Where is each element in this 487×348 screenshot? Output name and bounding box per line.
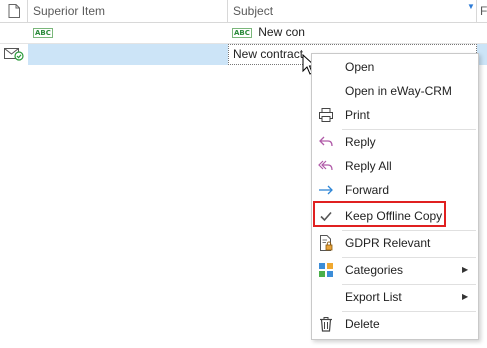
grid-header: Superior Item Subject ▼ F [0, 0, 487, 23]
submenu-arrow-icon: ▶ [462, 292, 469, 301]
menu-item-label: Delete [345, 317, 380, 331]
row-type-cell [0, 22, 28, 43]
highlight-box [313, 201, 446, 227]
categories-icon [319, 263, 333, 277]
menu-item-label: Forward [345, 183, 390, 197]
column-header-superior-item[interactable]: Superior Item [28, 0, 228, 22]
document-icon [8, 4, 20, 18]
reply-all-icon [318, 160, 333, 171]
row-type-cell [0, 44, 28, 65]
subject-cell[interactable]: ABC New con [228, 22, 477, 43]
table-row[interactable]: ABC ABC New con [0, 22, 487, 44]
menu-item-reply-all[interactable]: Reply All [312, 154, 478, 178]
filter-icon[interactable]: ▼ [467, 2, 475, 11]
menu-item-forward[interactable]: Forward [312, 178, 478, 202]
context-menu: Open Open in eWay-CRM Print Reply Reply … [311, 53, 479, 340]
gdpr-lock-icon [320, 235, 333, 251]
menu-item-label: GDPR Relevant [345, 236, 431, 250]
menu-item-label: Categories [345, 263, 404, 277]
menu-item-categories[interactable]: Categories ▶ [312, 258, 478, 282]
superior-item-cell[interactable]: ABC [28, 22, 228, 43]
printer-icon [319, 108, 333, 122]
reply-icon [319, 136, 333, 147]
menu-item-label: Export List [345, 290, 402, 304]
menu-item-open-in-eway-crm[interactable]: Open in eWay-CRM [312, 79, 478, 103]
subject-value: New contract [233, 47, 304, 61]
column-header-type[interactable] [0, 0, 28, 22]
menu-item-export-list[interactable]: Export List ▶ [312, 285, 478, 309]
menu-item-reply[interactable]: Reply [312, 130, 478, 154]
submenu-arrow-icon: ▶ [462, 265, 469, 274]
menu-item-label: Reply All [345, 159, 392, 173]
menu-item-gdpr-relevant[interactable]: GDPR Relevant [312, 231, 478, 255]
subject-value: New con [258, 25, 305, 39]
superior-item-cell[interactable] [28, 44, 228, 65]
column-header-subject[interactable]: Subject [228, 0, 477, 22]
text-field-icon: ABC [232, 27, 252, 38]
menu-item-label: Reply [345, 135, 376, 149]
forward-icon [319, 185, 333, 195]
text-field-icon: ABC [33, 27, 53, 38]
menu-item-label: Open [345, 60, 375, 74]
trash-icon [320, 317, 332, 332]
menu-item-print[interactable]: Print [312, 103, 478, 127]
menu-item-label: Open in eWay-CRM [345, 84, 452, 98]
menu-item-delete[interactable]: Delete [312, 312, 478, 336]
menu-item-open[interactable]: Open [312, 55, 478, 79]
email-sent-icon [4, 48, 24, 61]
column-header-f[interactable]: F [477, 0, 487, 22]
menu-item-label: Print [345, 108, 370, 122]
